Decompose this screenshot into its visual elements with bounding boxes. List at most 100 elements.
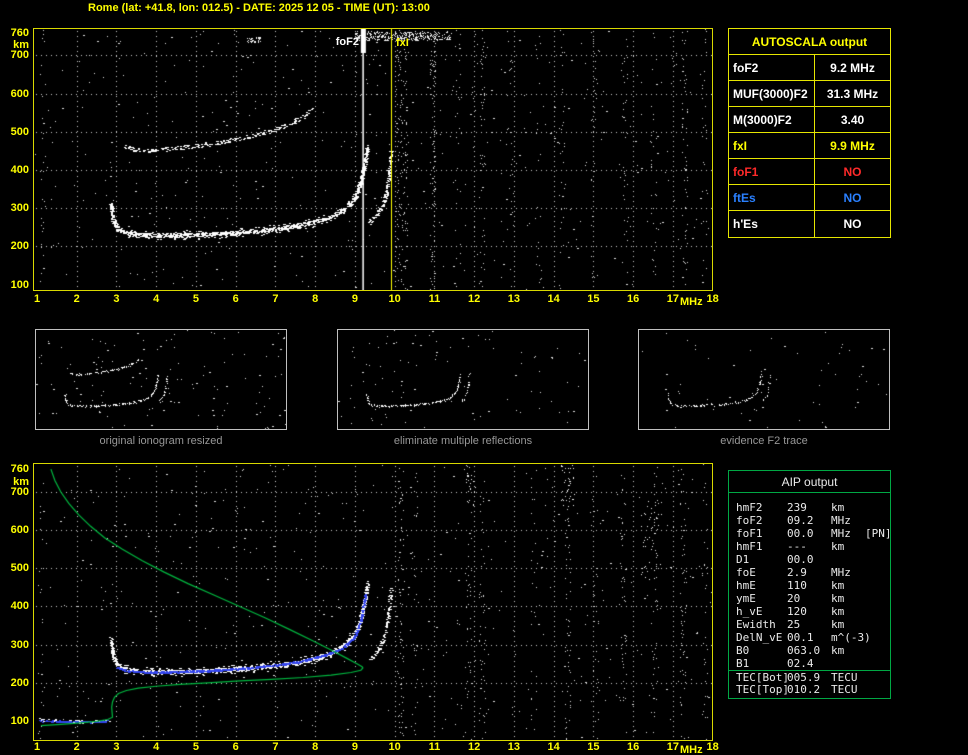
- aip-row: foF1 00.0 MHz [PN]: [729, 527, 892, 540]
- aip-unit: km: [831, 592, 845, 605]
- x-tick-label: 9: [351, 741, 358, 753]
- y-tick-label: 300: [10, 202, 29, 215]
- y-tick-label: 100: [10, 715, 29, 727]
- autoscala-row-value: NO: [843, 164, 862, 179]
- aip-table-header: AIP output: [729, 471, 890, 493]
- aip-label: hmF1: [736, 540, 763, 553]
- aip-value: 25: [787, 618, 801, 631]
- top-ionogram-canvas: [34, 29, 712, 290]
- autoscala-row-label: fxI: [729, 133, 815, 158]
- aip-row: h_vE 120 km: [729, 605, 890, 618]
- y-tick-label: 600: [10, 524, 29, 537]
- aip-value: 09.2: [787, 514, 814, 527]
- thumbnail-f2-trace-canvas: [639, 330, 889, 429]
- aip-unit: MHz: [831, 527, 851, 540]
- thumbnail-caption-original: original ionogram resized: [99, 435, 223, 447]
- x-tick-label: 14: [547, 293, 560, 305]
- autoscala-row-label: MUF(3000)F2: [729, 81, 815, 106]
- aip-value: 20: [787, 592, 801, 605]
- aip-row: DelN_vE 00.1 m^(-3): [729, 631, 890, 644]
- aip-value: 02.4: [787, 657, 814, 670]
- aip-unit: TECU: [831, 683, 858, 696]
- aip-label: DelN_vE: [736, 631, 783, 644]
- thumbnail-caption-f2-trace: evidence F2 trace: [720, 435, 808, 447]
- aip-unit: km: [831, 579, 845, 592]
- autoscala-row: h'Es NO: [729, 211, 890, 237]
- fof2-marker-label: foF2: [335, 36, 359, 48]
- x-tick-label: 6: [232, 741, 239, 753]
- aip-row: B0 063.0 km: [729, 644, 890, 657]
- aip-label: Ewidth: [736, 618, 776, 631]
- x-tick-label: 8: [312, 741, 319, 753]
- aip-row: hmE 110 km: [729, 579, 890, 592]
- aip-unit: MHz: [831, 566, 851, 579]
- x-tick-label: 4: [153, 741, 160, 753]
- thumbnail-no-multiples-canvas: [338, 330, 588, 429]
- y-tick-label: 600: [10, 87, 29, 100]
- autoscala-row: fxI 9.9 MHz: [729, 133, 890, 159]
- aip-label: TEC[Top]: [736, 683, 789, 696]
- x-tick-label: 2: [73, 293, 80, 305]
- x-tick-label: 5: [192, 293, 200, 305]
- aip-unit: km: [831, 501, 845, 514]
- aip-value: 00.0: [787, 553, 814, 566]
- x-tick-label: 7: [272, 293, 279, 305]
- y-tick-label: 400: [10, 163, 29, 176]
- autoscala-row: foF2 9.2 MHz: [729, 55, 890, 81]
- x-tick-label: 18: [706, 741, 719, 753]
- x-tick-label: 15: [587, 741, 600, 753]
- aip-row: Ewidth 25 km: [729, 618, 890, 631]
- x-tick-label: 10: [388, 741, 401, 753]
- aip-label: ymE: [736, 592, 756, 605]
- x-tick-label: 18: [706, 293, 719, 305]
- thumbnail-original-canvas: [36, 330, 286, 429]
- aip-row: hmF1 --- km: [729, 540, 890, 553]
- aip-unit: km: [831, 644, 845, 657]
- x-tick-label: 15: [587, 293, 600, 305]
- aip-row: foE 2.9 MHz: [729, 566, 890, 579]
- x-tick-label: 16: [626, 741, 640, 753]
- x-tick-label: 10: [388, 293, 401, 305]
- x-tick-label: 12: [468, 293, 481, 305]
- bottom-ionogram-canvas: [34, 464, 712, 740]
- aip-label: hmE: [736, 579, 756, 592]
- autoscala-row-value: NO: [843, 190, 862, 205]
- x-tick-label: 12: [468, 741, 481, 753]
- thumbnail-no-multiples: [337, 329, 589, 430]
- x-tick-label: 3: [113, 741, 120, 753]
- aip-extra: [PN]: [865, 527, 892, 540]
- aip-value: 239: [787, 501, 807, 514]
- x-tick-label: 1: [33, 741, 41, 753]
- autoscala-row-label: h'Es: [729, 211, 815, 237]
- x-tick-label: 4: [153, 293, 160, 305]
- y-tick-label: 700: [10, 49, 29, 62]
- aip-unit: m^(-3): [831, 631, 871, 644]
- x-tick-label: 5: [192, 741, 200, 753]
- x-tick-label: 16: [626, 293, 640, 305]
- x-tick-label: 13: [507, 293, 520, 305]
- autoscala-row-label: M(3000)F2: [729, 107, 815, 132]
- aip-row: ymE 20 km: [729, 592, 890, 605]
- autoscala-row-label: ftEs: [729, 185, 815, 210]
- autoscala-row-value: NO: [843, 217, 862, 231]
- y-tick-label: 100: [10, 278, 29, 291]
- aip-value: ---: [787, 540, 807, 553]
- aip-unit: km: [831, 605, 845, 618]
- autoscala-row-label: foF2: [729, 55, 815, 80]
- x-tick-label: 13: [507, 741, 520, 753]
- x-tick-label: 11: [428, 293, 441, 305]
- y-tick-label: 760: [10, 463, 29, 476]
- aip-value: 00.1: [787, 631, 814, 644]
- aip-label: hmF2: [736, 501, 763, 514]
- autoscala-row-value: 9.9 MHz: [830, 138, 875, 153]
- aip-value: 2.9: [787, 566, 807, 579]
- y-tick-label: 300: [10, 638, 29, 651]
- page-title: Rome (lat: +41.8, lon: 012.5) - DATE: 20…: [88, 2, 430, 14]
- aip-label: foF2: [736, 514, 763, 527]
- fxi-marker-label: fxI: [396, 37, 409, 49]
- aip-row: B1 02.4: [729, 657, 890, 670]
- aip-row: hmF2 239 km: [729, 501, 890, 514]
- aip-output-table: AIP output hmF2 239 km foF2 09.2 MHz foF1 00.0 M…: [728, 470, 892, 699]
- aip-unit: MHz: [831, 514, 851, 527]
- thumbnail-original-ionogram: [35, 329, 287, 430]
